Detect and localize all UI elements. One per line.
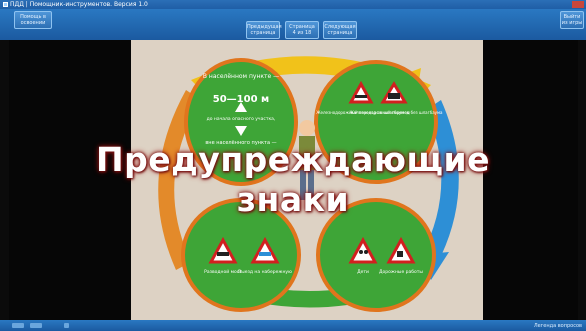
toolbar: Помощь в освоении Предыдущая страница Ст… (0, 9, 586, 40)
help-button[interactable]: Помощь в освоении (14, 11, 52, 29)
next-page-button[interactable]: Следующая страница (323, 21, 357, 39)
distance-text-line1: В населённом пункте — (203, 73, 279, 80)
page-indicator: Страница 4 из 18 (285, 21, 319, 39)
overlay-title-line2: знаки (236, 180, 350, 219)
overlay-title: Предупреждающие знаки (0, 140, 586, 220)
distance-line1-text: В населённом пункте — (203, 73, 279, 80)
status-control-1[interactable] (12, 323, 24, 328)
window-close-button[interactable] (572, 1, 584, 8)
roadworks-label: Дорожные работы (379, 269, 423, 275)
embankment-exit-label: Выезд на набережную (238, 269, 292, 275)
title-bar: ПДД | Помощник-инструментов. Версия 1.0 (0, 0, 586, 9)
overlay-title-line1: Предупреждающие (96, 140, 490, 179)
railroad-no-barrier-label: Железнодорожный переезд без шлагбаума (350, 110, 444, 115)
window-title: ПДД | Помощник-инструментов. Версия 1.0 (10, 1, 148, 8)
distance-line2-text: до начала опасного участка, (207, 117, 276, 122)
drawbridge-label: Разводной мост (204, 268, 242, 275)
exit-button[interactable]: Выйти из игры (560, 11, 584, 29)
children-label: Дети (357, 269, 369, 275)
status-control-2[interactable] (30, 323, 42, 328)
status-control-3[interactable] (64, 323, 69, 328)
status-bar: Легенда вопросов (0, 320, 586, 331)
status-right-text: Легенда вопросов (533, 323, 582, 329)
prev-page-button[interactable]: Предыдущая страница (246, 21, 282, 39)
app-icon (3, 2, 8, 7)
